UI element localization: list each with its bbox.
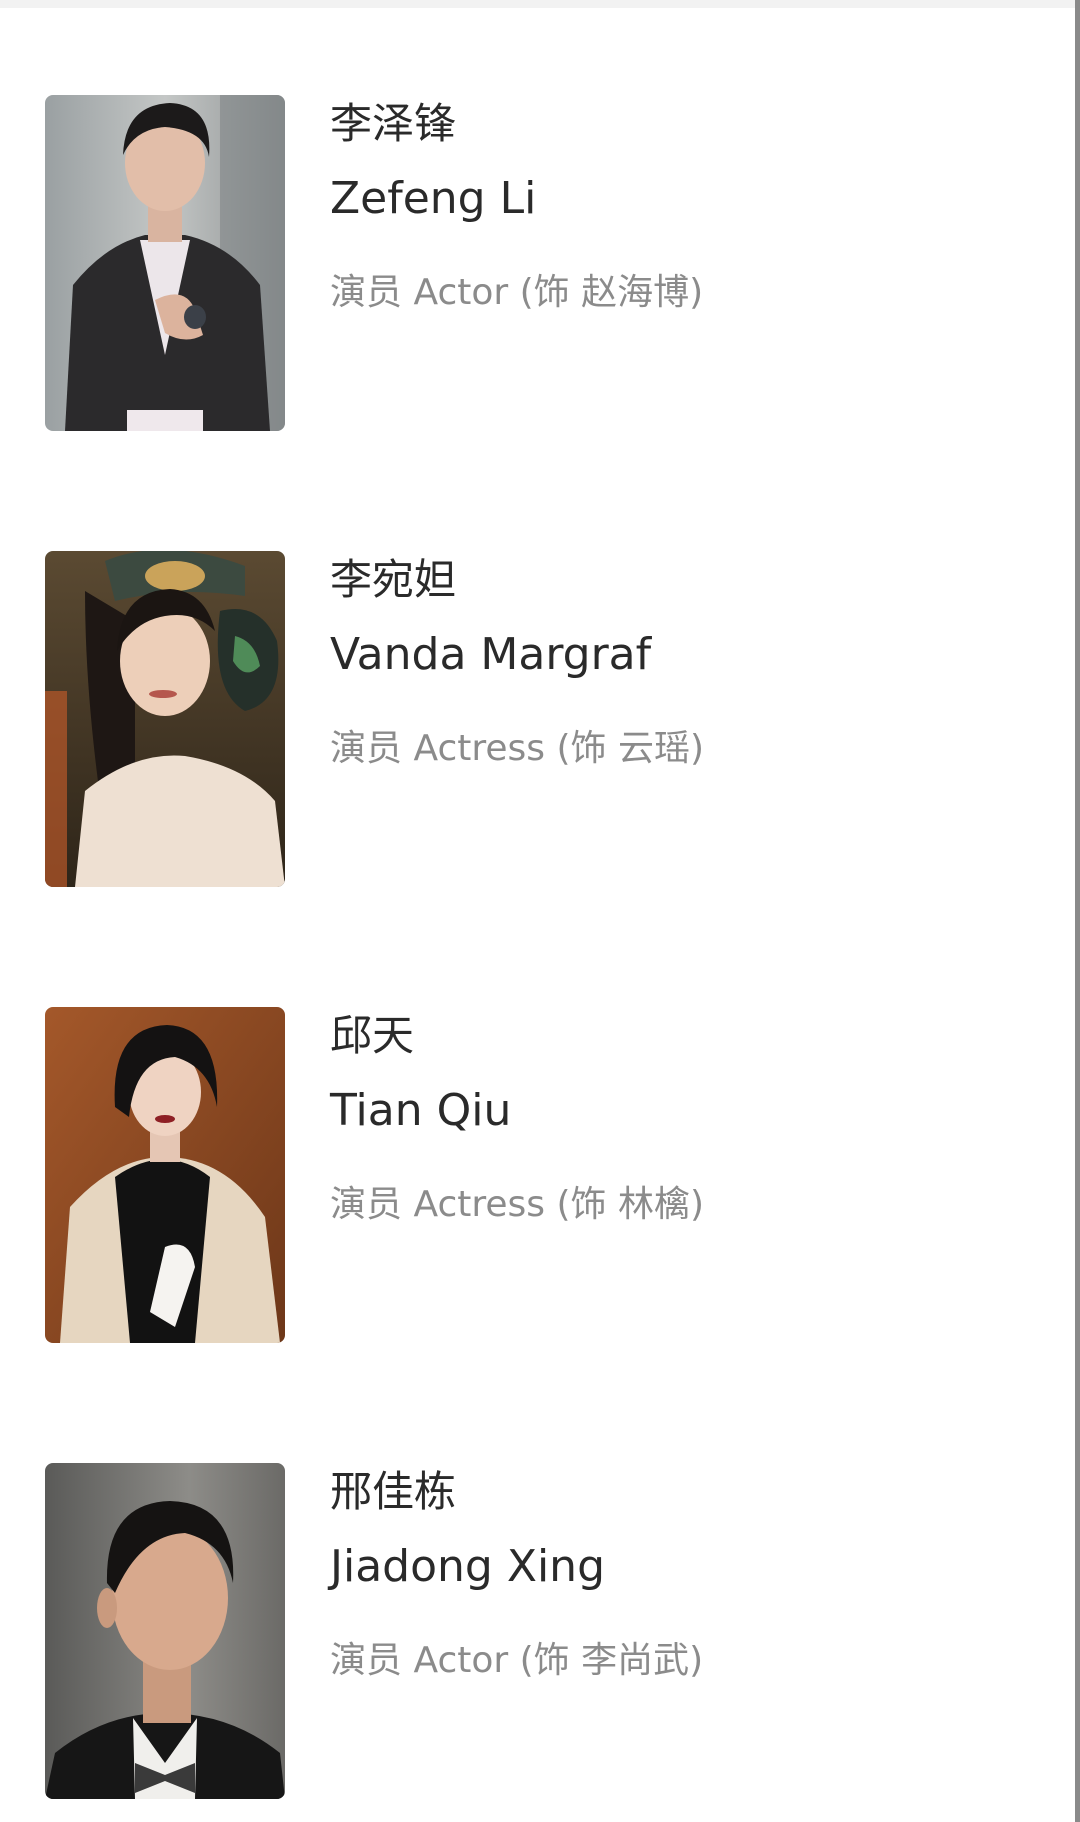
actor-name-english: Zefeng Li (330, 173, 537, 224)
actor-role: 演员 Actor (饰 李尚武) (330, 1640, 704, 1681)
cast-card[interactable]: 邢佳栋 Jiadong Xing 演员 Actor (饰 李尚武) (0, 1463, 1075, 1803)
cast-card[interactable]: 李宛妲 Vanda Margraf 演员 Actress (饰 云瑶) (0, 551, 1075, 891)
actor-name-chinese: 李宛妲 (330, 555, 457, 604)
cast-card[interactable]: 邱天 Tian Qiu 演员 Actress (饰 林檎) (0, 1007, 1075, 1347)
actor-role: 演员 Actor (饰 赵海博) (330, 272, 704, 313)
cast-card[interactable]: 李泽锋 Zefeng Li 演员 Actor (饰 赵海博) (0, 95, 1075, 435)
actress-photo[interactable] (45, 551, 285, 887)
cast-list: 李泽锋 Zefeng Li 演员 Actor (饰 赵海博) 李宛妲 Vanda… (0, 0, 1075, 1822)
actor-name-chinese: 李泽锋 (330, 99, 457, 148)
actor-name-chinese: 邱天 (330, 1011, 415, 1060)
actress-photo[interactable] (45, 1007, 285, 1343)
actor-name-english: Tian Qiu (330, 1085, 512, 1136)
actor-name-english: Jiadong Xing (330, 1541, 605, 1592)
actor-role: 演员 Actress (饰 林檎) (330, 1184, 704, 1225)
actor-photo[interactable] (45, 95, 285, 431)
actor-name-chinese: 邢佳栋 (330, 1467, 457, 1516)
actor-photo[interactable] (45, 1463, 285, 1799)
scroll-edge[interactable] (1075, 0, 1080, 1822)
actor-role: 演员 Actress (饰 云瑶) (330, 728, 704, 769)
actor-name-english: Vanda Margraf (330, 629, 652, 680)
